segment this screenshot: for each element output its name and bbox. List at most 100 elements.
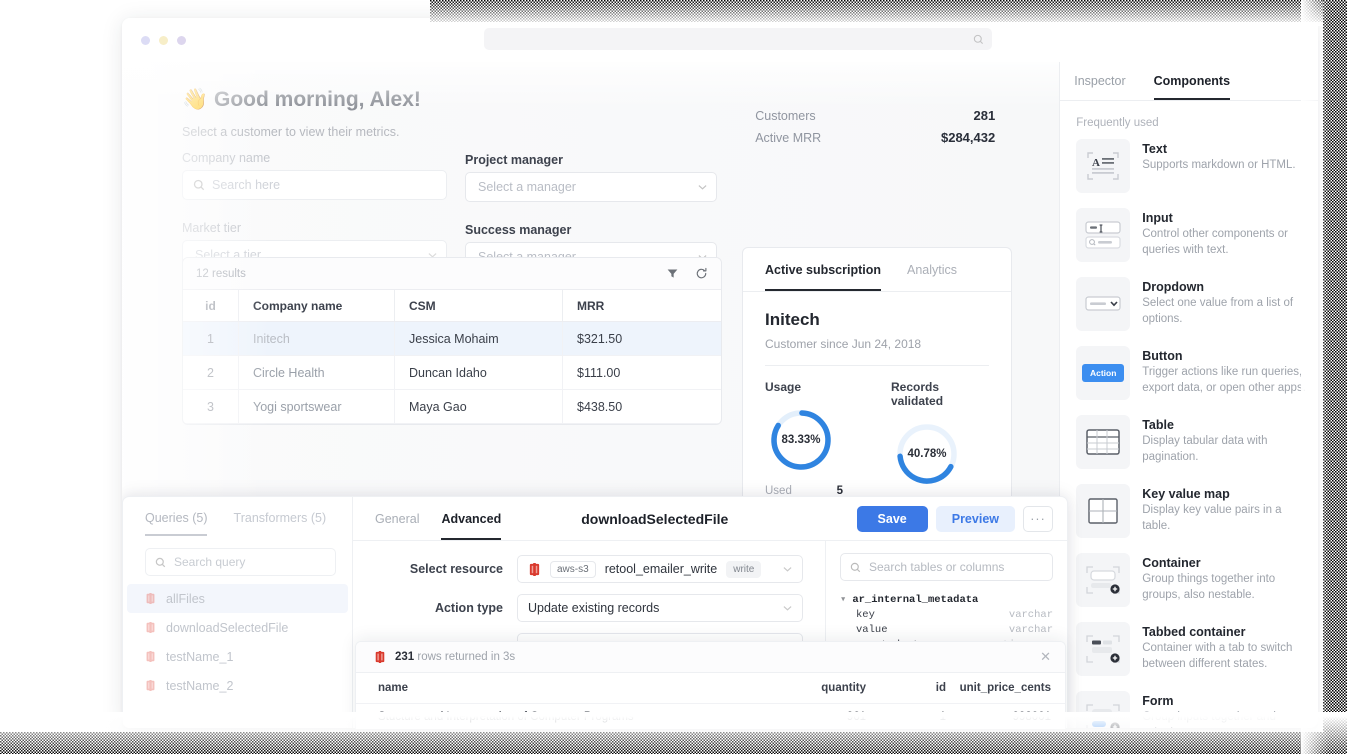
- company-name-search-input[interactable]: Search here: [182, 170, 447, 200]
- usage-percent: 83.33%: [781, 434, 821, 446]
- filter-icon[interactable]: [666, 267, 679, 280]
- save-button[interactable]: Save: [856, 505, 928, 532]
- component-item-input[interactable]: Input Control other components or querie…: [1076, 208, 1306, 262]
- result-count: 231: [395, 651, 415, 663]
- cell-mrr: $111.00: [577, 365, 621, 380]
- component-item-key-value-map[interactable]: Key value map Display key value pairs in…: [1076, 484, 1306, 538]
- column-header-id[interactable]: id: [183, 290, 239, 321]
- minimize-window-dot[interactable]: [159, 35, 168, 45]
- resource-icon: [146, 680, 155, 691]
- tab-analytics[interactable]: Analytics: [907, 248, 957, 291]
- query-item-testName_1[interactable]: testName_1: [127, 642, 348, 671]
- greeting-text: Good morning, Alex!: [214, 88, 421, 111]
- stat-row: Active MRR $284,432: [755, 130, 995, 145]
- subscription-tabs: Active subscription Analytics: [743, 248, 1011, 292]
- omnibox-search-field[interactable]: [484, 28, 992, 50]
- column-header-mrr[interactable]: MRR: [563, 290, 720, 321]
- tab-inspector[interactable]: Inspector: [1074, 62, 1125, 100]
- schema-column[interactable]: key varchar: [840, 609, 1053, 621]
- column-header-company[interactable]: Company name: [239, 290, 395, 321]
- records-donut: 40.78%: [893, 420, 961, 488]
- schema-column[interactable]: value varchar: [840, 624, 1053, 636]
- component-desc: Trigger actions like run queries, export…: [1142, 366, 1306, 394]
- column-header-unit-price-cents[interactable]: unit_price_cents: [946, 682, 1051, 694]
- query-results-panel: 231 rows returned in 3s ✕ name quantity …: [355, 641, 1066, 729]
- more-options-button[interactable]: ···: [1023, 505, 1053, 532]
- preview-button[interactable]: Preview: [935, 505, 1015, 532]
- schema-search-input[interactable]: Search tables or columns: [840, 553, 1053, 581]
- query-item-testName_2[interactable]: testName_2: [127, 671, 348, 700]
- resource-type-tag: aws-s3: [550, 560, 596, 578]
- search-icon: [193, 179, 205, 191]
- cell-csm: Duncan Idaho: [395, 356, 563, 389]
- component-text-block: Tabbed container Container with a tab to…: [1142, 622, 1306, 676]
- components-list[interactable]: A Text Supports markdown or HTML. Input …: [1060, 139, 1318, 728]
- component-name: Button: [1142, 349, 1183, 363]
- tab-active-subscription[interactable]: Active subscription: [765, 248, 881, 291]
- cell-mrr: $321.50: [577, 331, 623, 346]
- traffic-lights: [141, 35, 186, 45]
- query-item-allFiles[interactable]: allFiles: [127, 584, 348, 613]
- query-results-row[interactable]: Stucture and Interpretation of Computer …: [356, 704, 1065, 729]
- column-header-quantity[interactable]: quantity: [756, 682, 866, 694]
- component-item-tabbed-container[interactable]: Tabbed container Container with a tab to…: [1076, 622, 1306, 676]
- component-name: Container: [1142, 556, 1201, 570]
- table-row[interactable]: 3 Yogi sportswear Maya Gao $438.50: [183, 390, 721, 424]
- refresh-icon[interactable]: [695, 267, 708, 280]
- component-text-block: Container Group things together into gro…: [1142, 553, 1306, 607]
- component-desc: Select one value from a list of options.: [1142, 297, 1294, 325]
- table-row[interactable]: 2 Circle Health Duncan Idaho $111.00: [183, 356, 721, 390]
- cell-id: 3: [183, 390, 239, 423]
- schema-table-node[interactable]: ▾ ar_internal_metadata: [840, 593, 1053, 607]
- close-icon[interactable]: ✕: [1040, 649, 1051, 665]
- chevron-down-icon[interactable]: ▾: [840, 593, 846, 606]
- usage-donut: 83.33%: [767, 406, 835, 474]
- component-desc: Group things together into groups, also …: [1142, 573, 1276, 601]
- column-header-id[interactable]: id: [866, 682, 946, 694]
- tab-advanced[interactable]: Advanced: [441, 497, 501, 540]
- dropdown-component-icon: [1076, 277, 1131, 331]
- query-search-input[interactable]: Search query: [145, 548, 336, 576]
- component-item-button[interactable]: Action Button Trigger actions like run q…: [1076, 346, 1306, 400]
- tab-components[interactable]: Components: [1153, 62, 1231, 100]
- customer-since: Customer since Jun 24, 2018: [765, 337, 989, 366]
- component-item-text[interactable]: A Text Supports markdown or HTML.: [1076, 139, 1306, 193]
- chevron-down-icon: [783, 567, 792, 572]
- tabbed-container-component-icon: [1076, 622, 1131, 676]
- column-name: key: [856, 609, 875, 621]
- component-item-container[interactable]: Container Group things together into gro…: [1076, 553, 1306, 607]
- right-panel-tabs: Inspector Components: [1060, 62, 1318, 101]
- cell-company: Yogi sportswear: [239, 390, 395, 423]
- result-count: 12 results: [196, 267, 246, 280]
- component-desc: Supports markdown or HTML.: [1142, 159, 1296, 171]
- component-item-dropdown[interactable]: Dropdown Select one value from a list of…: [1076, 277, 1306, 331]
- component-desc: Container with a tab to switch between d…: [1142, 642, 1293, 670]
- column-header-csm[interactable]: CSM: [395, 290, 563, 321]
- action-type-dropdown[interactable]: Update existing records: [517, 594, 803, 622]
- maximize-window-dot[interactable]: [177, 35, 186, 45]
- select-placeholder: Select a manager: [478, 180, 576, 194]
- select-resource-dropdown[interactable]: aws-s3 retool_emailer_write write: [517, 555, 803, 583]
- query-name: testName_1: [166, 649, 234, 664]
- cell-company: Initech: [239, 322, 395, 355]
- component-desc: Display key value pairs in a table.: [1142, 504, 1282, 532]
- component-item-form[interactable]: Form Group inputs together and submit at…: [1076, 691, 1306, 728]
- column-header-name[interactable]: name: [356, 682, 756, 694]
- company-name-label: Company name: [182, 151, 271, 165]
- tab-transformers[interactable]: Transformers (5): [234, 511, 327, 536]
- tab-general[interactable]: General: [375, 497, 419, 540]
- tab-queries[interactable]: Queries (5): [145, 511, 208, 536]
- component-item-table[interactable]: Table Display tabular data with paginati…: [1076, 415, 1306, 469]
- query-detail-header: General Advanced downloadSelectedFile Sa…: [353, 497, 1067, 541]
- search-icon: [155, 557, 166, 567]
- market-tier-label: Market tier: [182, 221, 242, 235]
- resource-permission-tag: write: [726, 560, 762, 578]
- component-name: Tabbed container: [1142, 625, 1246, 639]
- query-item-downloadSelectedFile[interactable]: downloadSelectedFile: [127, 613, 348, 642]
- component-desc: Control other components or queries with…: [1142, 228, 1288, 256]
- resource-icon: [146, 593, 155, 604]
- table-row[interactable]: 1 Initech Jessica Mohaim $321.50: [183, 322, 721, 356]
- close-window-dot[interactable]: [141, 35, 150, 45]
- project-manager-select[interactable]: Select a manager: [465, 172, 717, 202]
- resource-icon: [146, 651, 155, 662]
